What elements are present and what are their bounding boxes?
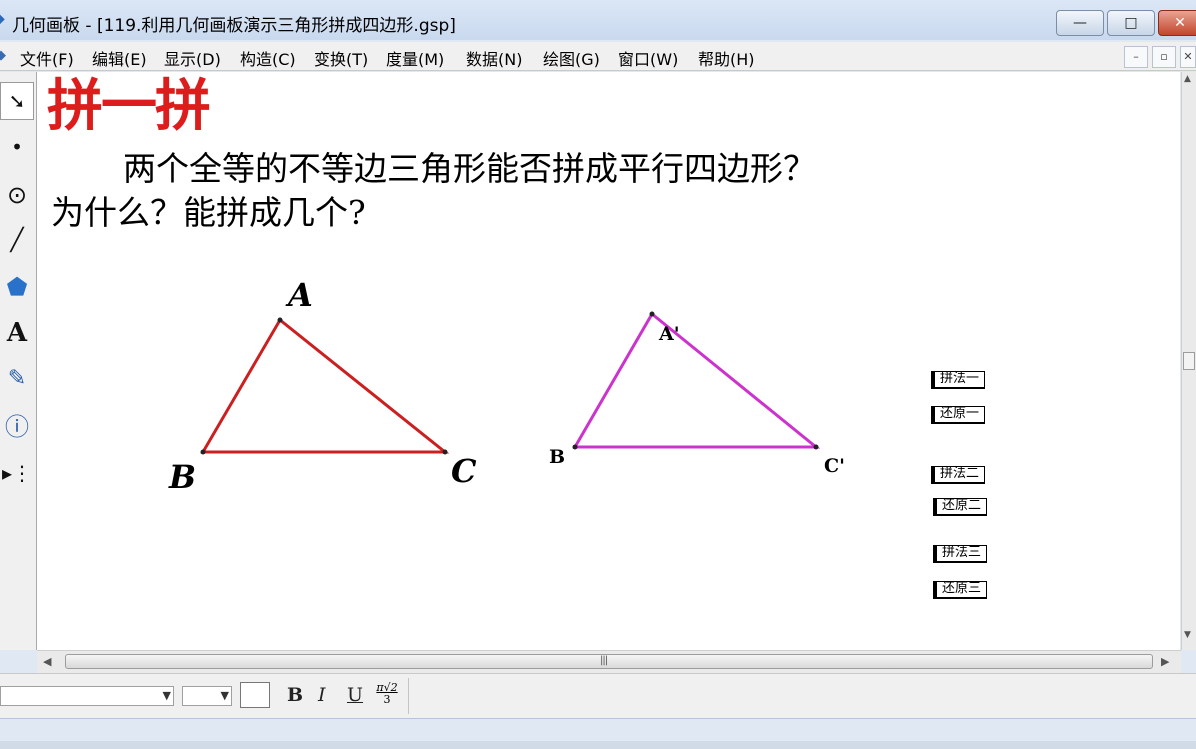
triangle-abc[interactable] <box>200 317 450 454</box>
compass-tool-icon[interactable]: ⊙ <box>0 176 34 214</box>
horizontal-scrollbar[interactable]: ◀ ||| ▶ <box>37 650 1181 673</box>
geometry-drawing: A B C A' B C' <box>168 276 845 496</box>
text-format-toolbar: ▼ ▼ B I U π√2 3 <box>0 673 1196 718</box>
label-a-prime: A' <box>658 323 680 345</box>
math-format-button[interactable]: π√2 3 <box>373 682 401 706</box>
restore-2-button[interactable]: 还原二 <box>933 498 987 516</box>
restore-1-button[interactable]: 还原一 <box>931 406 985 424</box>
vertical-scroll-thumb[interactable] <box>1183 352 1195 370</box>
menu-transform[interactable]: 变换(T) <box>314 46 368 70</box>
menu-window[interactable]: 窗口(W) <box>618 46 678 70</box>
app-icon: ◆ <box>0 12 8 26</box>
text-color-button[interactable] <box>240 682 270 708</box>
doc-minimize-button[interactable]: – <box>1124 46 1148 68</box>
scroll-up-icon[interactable]: ▲ <box>1184 74 1191 84</box>
status-bar <box>0 718 1196 749</box>
close-button[interactable]: ✕ <box>1158 10 1196 36</box>
math-format-bottom: 3 <box>383 693 391 706</box>
menu-construct[interactable]: 构造(C) <box>240 46 296 70</box>
menu-graph[interactable]: 绘图(G) <box>543 46 600 70</box>
chevron-down-icon: ▼ <box>220 689 229 702</box>
maximize-button[interactable]: □ <box>1107 10 1155 36</box>
label-b-second: B <box>549 446 565 468</box>
point-b-second[interactable] <box>572 444 578 450</box>
info-tool-icon[interactable]: ⓘ <box>0 408 34 446</box>
point-b[interactable] <box>200 449 206 455</box>
point-tool-icon[interactable]: • <box>0 128 34 166</box>
sketch-canvas[interactable]: 拼一拼 两个全等的不等边三角形能否拼成平行四边形？ 为什么？能拼成几个? A B… <box>37 72 1180 650</box>
scroll-down-icon[interactable]: ▼ <box>1184 630 1191 640</box>
marker-tool-icon[interactable]: ✎ <box>0 360 34 398</box>
menu-bar: ◆ 文件(F) 编辑(E) 显示(D) 构造(C) 变换(T) 度量(M) 数据… <box>0 42 1196 71</box>
horizontal-scroll-thumb[interactable]: ||| <box>65 654 1153 669</box>
doc-icon: ◆ <box>0 48 6 63</box>
custom-tool-icon[interactable]: ▸⋮ <box>0 454 34 492</box>
menu-help[interactable]: 帮助(H) <box>698 46 755 70</box>
pin-method-2-button[interactable]: 拼法二 <box>931 466 985 484</box>
restore-3-button[interactable]: 还原三 <box>933 581 987 599</box>
menu-data[interactable]: 数据(N) <box>466 46 522 70</box>
pin-method-3-button[interactable]: 拼法三 <box>933 545 987 563</box>
label-c: C <box>451 452 477 490</box>
text-tool-icon[interactable]: A <box>0 314 34 352</box>
doc-restore-button[interactable]: ▫ <box>1152 46 1176 68</box>
title-bar: ◆ 几何画板 - [119.利用几何画板演示三角形拼成四边形.gsp] — □ … <box>0 0 1196 40</box>
menu-display[interactable]: 显示(D) <box>164 46 221 70</box>
polygon-tool-icon[interactable]: ⬟ <box>0 268 34 306</box>
underline-button[interactable]: U <box>347 684 363 706</box>
menu-edit[interactable]: 编辑(E) <box>92 46 147 70</box>
vertical-scrollbar[interactable]: ▲ ▼ <box>1181 72 1196 650</box>
scroll-right-icon[interactable]: ▶ <box>1161 655 1169 668</box>
arrow-tool-icon[interactable]: ➘ <box>0 82 34 120</box>
point-c-prime[interactable] <box>813 444 819 450</box>
menu-file[interactable]: 文件(F) <box>20 46 74 70</box>
window-title: 几何画板 - [119.利用几何画板演示三角形拼成四边形.gsp] <box>12 16 456 36</box>
scroll-left-icon[interactable]: ◀ <box>43 655 51 668</box>
point-a-prime[interactable] <box>649 311 655 317</box>
grip-icon: ||| <box>600 655 608 666</box>
font-size-select[interactable]: ▼ <box>182 686 232 706</box>
line-tool-icon[interactable]: ╱ <box>0 222 34 260</box>
bold-button[interactable]: B <box>287 684 303 706</box>
toolbar-divider <box>408 678 409 714</box>
menu-measure[interactable]: 度量(M) <box>386 46 444 70</box>
label-b: B <box>168 458 196 496</box>
point-c[interactable] <box>442 449 448 455</box>
chevron-down-icon: ▼ <box>162 689 171 702</box>
point-a[interactable] <box>277 317 283 323</box>
font-family-select[interactable]: ▼ <box>0 686 174 706</box>
doc-close-button[interactable]: ✕ <box>1180 46 1196 68</box>
minimize-button[interactable]: — <box>1056 10 1104 36</box>
label-a: A <box>285 276 313 314</box>
italic-button[interactable]: I <box>318 684 326 706</box>
label-c-prime: C' <box>824 455 845 477</box>
triangle-a-prime-b-c-prime[interactable] <box>572 311 821 449</box>
pin-method-1-button[interactable]: 拼法一 <box>931 371 985 389</box>
toolbox: ➘ • ⊙ ╱ ⬟ A ✎ ⓘ ▸⋮ <box>0 72 37 650</box>
